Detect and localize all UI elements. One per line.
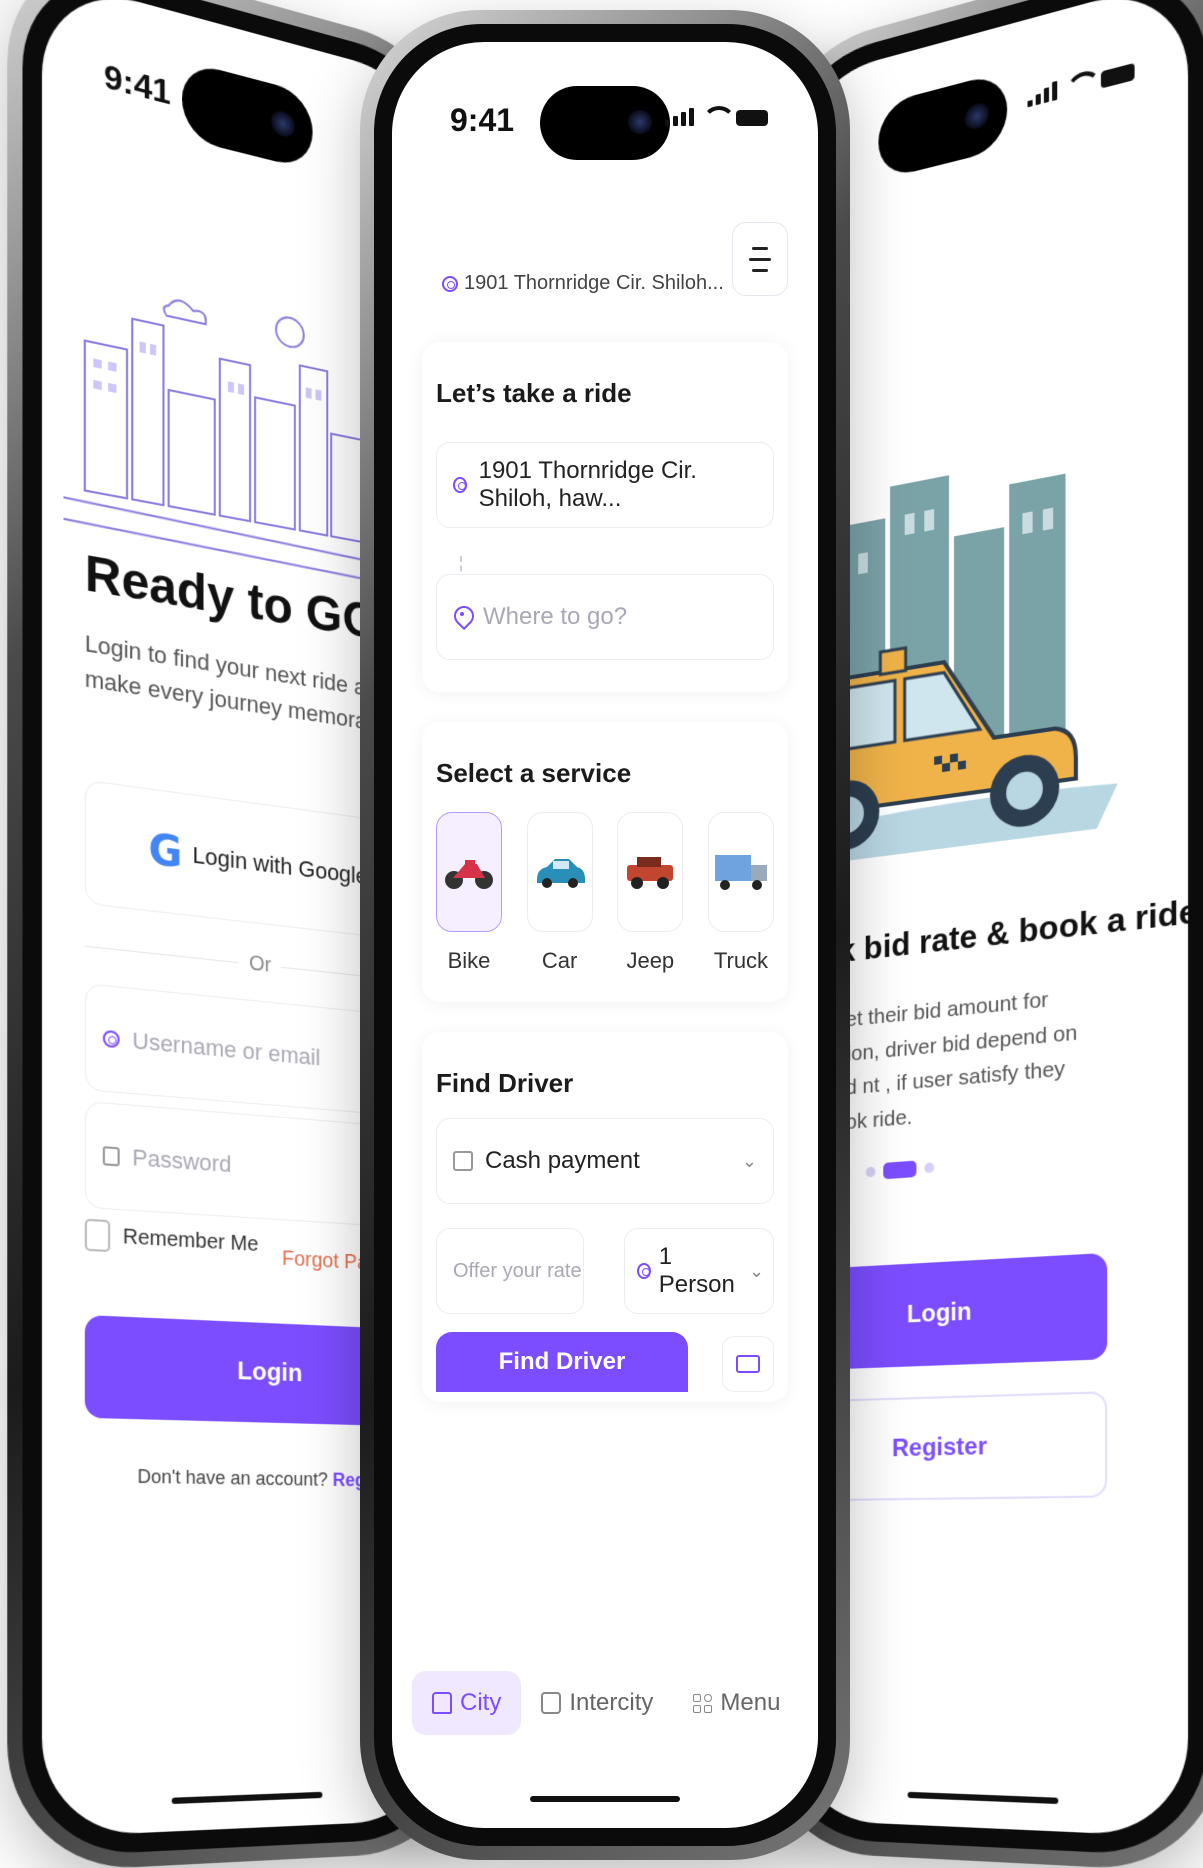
service-card: Select a service Bike Car Jeep Truck <box>422 722 788 1002</box>
username-placeholder: Username or email <box>132 1027 321 1071</box>
onboarding-register-label: Register <box>891 1432 987 1463</box>
dynamic-island <box>878 70 1008 181</box>
passenger-value: 1 Person <box>658 1243 735 1298</box>
remember-checkbox[interactable] <box>84 1218 111 1253</box>
ride-card: Let’s take a ride 1901 Thornridge Cir. S… <box>422 342 788 692</box>
destination-placeholder: Where to go? <box>483 603 628 630</box>
camera-icon <box>271 108 295 140</box>
onboarding-login-label: Login <box>906 1297 972 1329</box>
truck-icon <box>714 855 767 890</box>
wifi-icon <box>702 106 736 126</box>
tab-city[interactable]: City <box>412 1671 522 1735</box>
pickup-value: 1901 Thornridge Cir. Shiloh, haw... <box>478 457 697 512</box>
grid-icon <box>693 1693 713 1713</box>
remember-me[interactable]: Remember Me <box>84 1218 259 1261</box>
current-location-text: 1901 Thornridge Cir. Shiloh... <box>464 272 724 294</box>
destination-field[interactable]: Where to go? <box>436 574 774 660</box>
status-icons <box>1027 59 1135 108</box>
service-jeep-label: Jeep <box>626 948 675 973</box>
motorbike-icon <box>445 860 493 889</box>
service-jeep[interactable]: Jeep <box>617 812 684 974</box>
service-truck-label: Truck <box>713 948 769 973</box>
find-driver-button[interactable]: Find Driver <box>436 1332 688 1392</box>
tab-menu-label: Menu <box>720 1689 781 1716</box>
google-login-label: Login with Google <box>192 841 368 890</box>
camera-icon <box>628 110 652 134</box>
cash-icon <box>453 1151 473 1171</box>
home-indicator <box>530 1796 680 1802</box>
location-target-icon <box>442 275 458 292</box>
user-icon <box>102 1029 120 1049</box>
login-button-label: Login <box>237 1357 303 1388</box>
remember-label: Remember Me <box>122 1224 259 1256</box>
forgot-password-link[interactable]: Forgot Pa <box>282 1247 368 1275</box>
offer-rate-input[interactable]: Offer your rate <box>436 1228 584 1314</box>
service-card-title: Select a service <box>436 758 632 788</box>
home-icon <box>432 1692 452 1714</box>
tab-menu[interactable]: Menu <box>673 1671 800 1735</box>
pickup-icon <box>453 477 467 493</box>
tab-intercity[interactable]: Intercity <box>521 1671 673 1735</box>
battery-icon <box>1100 62 1135 89</box>
offer-rate-placeholder: Offer your rate <box>453 1259 582 1282</box>
chevron-down-icon: ⌄ <box>749 1260 765 1281</box>
battery-icon <box>736 110 768 126</box>
page-dot-active[interactable] <box>883 1160 917 1180</box>
payment-value: Cash payment <box>485 1147 640 1174</box>
or-label: Or <box>248 951 272 978</box>
status-time: 9:41 <box>450 102 515 138</box>
message-button[interactable] <box>722 1336 774 1392</box>
service-truck[interactable]: Truck <box>707 812 774 974</box>
menu-icon <box>752 246 768 250</box>
find-driver-card: Find Driver Cash payment ⌄ Offer your ra… <box>422 1032 788 1402</box>
lock-icon <box>102 1146 120 1167</box>
chevron-down-icon: ⌄ <box>741 1150 757 1171</box>
wifi-icon <box>1066 70 1093 98</box>
service-car-label: Car <box>541 948 578 973</box>
google-icon: G <box>148 825 183 879</box>
payment-select[interactable]: Cash payment ⌄ <box>436 1118 774 1204</box>
envelope-icon <box>736 1355 760 1373</box>
service-list: Bike Car Jeep Truck <box>436 812 774 974</box>
signal-icon <box>665 108 694 126</box>
intercity-icon <box>541 1692 562 1714</box>
signal-icon <box>1027 80 1058 108</box>
passenger-select[interactable]: 1 Person ⌄ <box>624 1228 774 1314</box>
showcase-stage: 9:41 Ready to GO? Login to find your nex… <box>0 0 1203 1868</box>
center-phone-frame: 9:41 1901 Thornridge Cir. Shiloh... Let’… <box>360 10 850 1860</box>
dynamic-island <box>540 86 670 160</box>
pagination-dots <box>865 1159 935 1180</box>
home-indicator <box>171 1791 323 1805</box>
status-time: 9:41 <box>103 56 171 112</box>
map-pin-icon <box>453 606 471 628</box>
menu-button[interactable] <box>732 222 788 296</box>
status-icons <box>665 106 768 126</box>
password-placeholder: Password <box>132 1143 232 1178</box>
car-icon <box>536 859 585 888</box>
tab-intercity-label: Intercity <box>569 1689 654 1716</box>
page-dot[interactable] <box>865 1166 876 1178</box>
no-account-text: Don't have an account? <box>137 1465 328 1490</box>
jeep-icon <box>627 857 674 889</box>
current-location-chip[interactable]: 1901 Thornridge Cir. Shiloh... <box>442 272 724 295</box>
page-dot[interactable] <box>924 1162 935 1174</box>
bottom-tab-bar: City Intercity Menu <box>392 1648 818 1758</box>
ride-booking-screen: 9:41 1901 Thornridge Cir. Shiloh... Let’… <box>392 42 818 1828</box>
service-car[interactable]: Car <box>526 812 593 974</box>
person-icon <box>637 1263 651 1279</box>
dynamic-island <box>182 60 313 171</box>
service-bike-label: Bike <box>447 948 491 973</box>
service-bike[interactable]: Bike <box>436 812 502 974</box>
ride-card-title: Let’s take a ride <box>436 378 632 408</box>
find-driver-button-label: Find Driver <box>498 1348 626 1375</box>
home-indicator <box>907 1791 1059 1805</box>
find-driver-title: Find Driver <box>436 1068 574 1098</box>
pickup-field[interactable]: 1901 Thornridge Cir. Shiloh, haw... <box>436 442 774 528</box>
tab-city-label: City <box>460 1689 502 1716</box>
camera-icon <box>965 100 990 132</box>
